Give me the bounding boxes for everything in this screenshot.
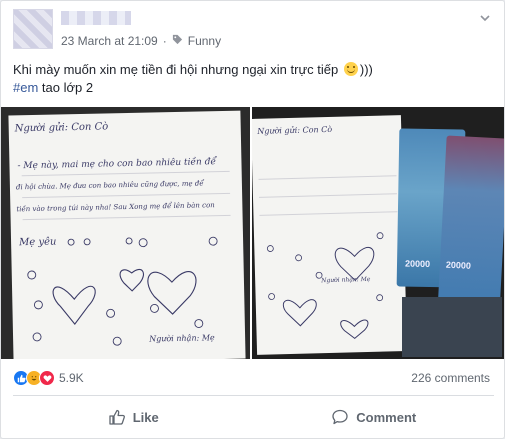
letter-recipient-small: Người nhận: Mẹ (321, 275, 371, 285)
banknote-1-value: 20000 (404, 258, 431, 269)
thumbs-up-icon (109, 409, 125, 425)
banknote-shadow (402, 297, 502, 357)
post-meta: 23 March at 21:09 · Funny (61, 34, 221, 48)
smiley-emoji-icon (343, 62, 358, 76)
post-text-line-1: Khi mày muốn xin mẹ tiền đi hội nhưng ng… (13, 61, 494, 79)
reaction-count[interactable]: 5.9K (59, 371, 84, 385)
comment-count[interactable]: 226 comments (411, 371, 490, 385)
post-card: 23 March at 21:09 · Funny Khi mày muốn x… (0, 0, 505, 439)
meta-separator: · (162, 34, 167, 48)
author-name-block (61, 11, 131, 30)
post-header: 23 March at 21:09 · Funny (13, 9, 494, 53)
tag-icon (172, 34, 183, 48)
comment-icon (332, 409, 348, 425)
letter-recipient: Người nhận: Mẹ (149, 333, 215, 344)
doodles (27, 236, 218, 346)
letter-paper-small: Người gửi: Con Cò Người nhận: Mẹ (252, 115, 408, 355)
post-text-main: Khi mày muốn xin mẹ tiền đi hội nhưng ng… (13, 62, 339, 77)
reaction-summary[interactable]: 5.9K (13, 367, 84, 389)
avatar[interactable] (13, 9, 53, 49)
hashtag-link[interactable]: #em (13, 80, 38, 95)
photo-letter-left[interactable]: Người gửi: Con Cò - Mẹ này, mai mẹ cho c… (1, 107, 250, 359)
like-label: Like (132, 409, 159, 425)
post-text-rest: tao lớp 2 (38, 80, 94, 95)
post-category[interactable]: Funny (188, 34, 221, 48)
post-text-line-2: #em tao lớp 2 (13, 79, 494, 97)
post-text-parens: ))) (359, 62, 373, 77)
photo-letter-money[interactable]: Người gửi: Con Cò Người nhận: Mẹ 20000 2… (252, 107, 504, 359)
post-text: Khi mày muốn xin mẹ tiền đi hội nhưng ng… (13, 61, 494, 97)
banknote-2: 20000 (437, 135, 504, 317)
doodles-small (266, 232, 384, 340)
comment-label: Comment (356, 409, 417, 425)
post-timestamp[interactable]: 23 March at 21:09 (61, 34, 158, 48)
action-bar: Like Comment (13, 397, 494, 437)
banknote-2-value: 20000 (445, 259, 472, 271)
chevron-down-icon[interactable] (476, 11, 494, 29)
like-button[interactable]: Like (13, 397, 254, 437)
love-reaction-icon (39, 370, 55, 386)
comment-button[interactable]: Comment (254, 397, 495, 437)
letter-paper: Người gửi: Con Cò - Mẹ này, mai mẹ cho c… (8, 110, 246, 359)
divider (13, 395, 494, 396)
author-name-redacted[interactable] (61, 11, 131, 25)
